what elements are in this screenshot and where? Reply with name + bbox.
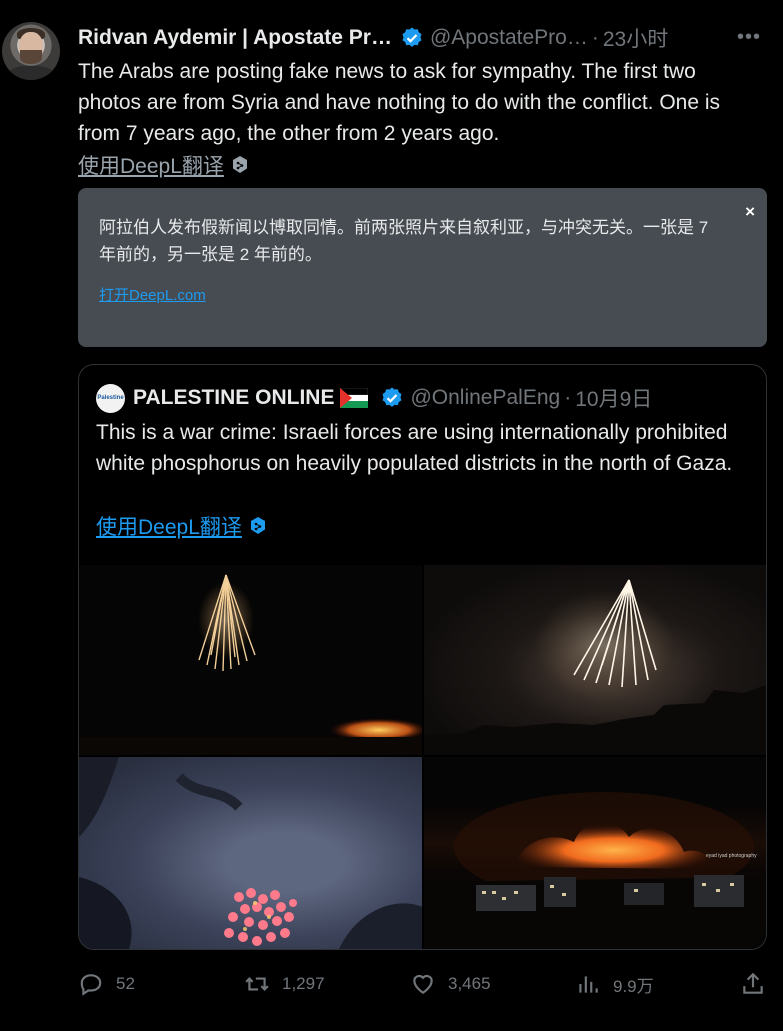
verified-badge-icon (382, 387, 402, 407)
author-handle[interactable]: @ApostatePro… (430, 26, 588, 50)
reply-button[interactable]: 52 (78, 966, 135, 1002)
tweet-time[interactable]: 23小时 (603, 23, 668, 53)
views-count: 9.9万 (613, 976, 654, 996)
share-icon (743, 972, 763, 994)
aerial-fire-image (79, 757, 422, 949)
views-icon (579, 976, 598, 993)
share-button[interactable] (740, 966, 778, 1002)
deepl-translate-label[interactable]: 使用DeepL翻译 (78, 150, 224, 180)
photo-1[interactable] (79, 565, 422, 755)
palestine-flag-icon (340, 388, 369, 408)
reply-icon (80, 974, 102, 996)
phosphorus-burst-image-1 (79, 574, 422, 755)
tweet-actions: 52 1,297 3,465 9.9万 (78, 966, 768, 1002)
retweet-icon (245, 977, 269, 991)
translation-panel: 阿拉伯人发布假新闻以博取同情。前两张照片来自叙利亚，与冲突无关。一张是 7 年前… (78, 188, 767, 347)
quoted-tweet[interactable]: Palestine PALESTINE ONLINE @OnlinePalEng… (78, 364, 767, 950)
photo-4[interactable]: eyad iyad photography (424, 757, 766, 949)
quoted-avatar[interactable]: Palestine (96, 383, 125, 413)
author-name[interactable]: Ridvan Aydemir | Apostate Pr… (78, 26, 392, 50)
translation-text: 阿拉伯人发布假新闻以博取同情。前两张照片来自叙利亚，与冲突无关。一张是 7 年前… (99, 218, 709, 264)
like-button[interactable]: 3,465 (410, 966, 491, 1002)
quoted-handle[interactable]: @OnlinePalEng (410, 386, 560, 410)
retweet-count: 1,297 (282, 974, 325, 993)
separator-dot: · (564, 386, 572, 409)
phosphorus-burst-image-2 (424, 579, 766, 755)
reply-count: 52 (116, 974, 135, 993)
deepl-icon (232, 156, 247, 173)
like-icon (413, 974, 433, 994)
photo-watermark: eyad iyad photography (706, 853, 757, 859)
open-deepl-link[interactable]: 打开DeepL.com (99, 284, 206, 305)
deepl-translate-link[interactable]: 使用DeepL翻译 (78, 150, 248, 180)
quoted-header: Palestine PALESTINE ONLINE @OnlinePalEng… (96, 383, 652, 413)
quoted-date[interactable]: 10月9日 (575, 383, 652, 413)
photo-3[interactable] (79, 757, 422, 949)
more-icon[interactable]: ••• (736, 26, 762, 50)
tweet-text: The Arabs are posting fake news to ask f… (78, 60, 721, 145)
separator-dot: · (591, 26, 599, 49)
quoted-text: This is a war crime: Israeli forces are … (96, 421, 733, 475)
author-avatar[interactable] (2, 22, 60, 80)
close-icon[interactable]: × (745, 202, 755, 222)
quoted-author-name[interactable]: PALESTINE ONLINE (133, 386, 334, 410)
deepl-icon (250, 517, 265, 534)
like-count: 3,465 (448, 974, 491, 993)
retweet-button[interactable]: 1,297 (244, 966, 325, 1002)
quoted-deepl-translate-link[interactable]: 使用DeepL翻译 (96, 511, 266, 541)
photo-2[interactable] (424, 565, 766, 755)
tweet-header: Ridvan Aydemir | Apostate Pr… @ApostateP… (78, 23, 668, 53)
deepl-translate-label[interactable]: 使用DeepL翻译 (96, 511, 242, 541)
views-button[interactable]: 9.9万 (575, 966, 654, 1002)
quoted-avatar-text: Palestine (97, 395, 124, 401)
verified-badge-icon (402, 27, 422, 47)
night-fire-image: eyad iyad photography (424, 792, 766, 949)
